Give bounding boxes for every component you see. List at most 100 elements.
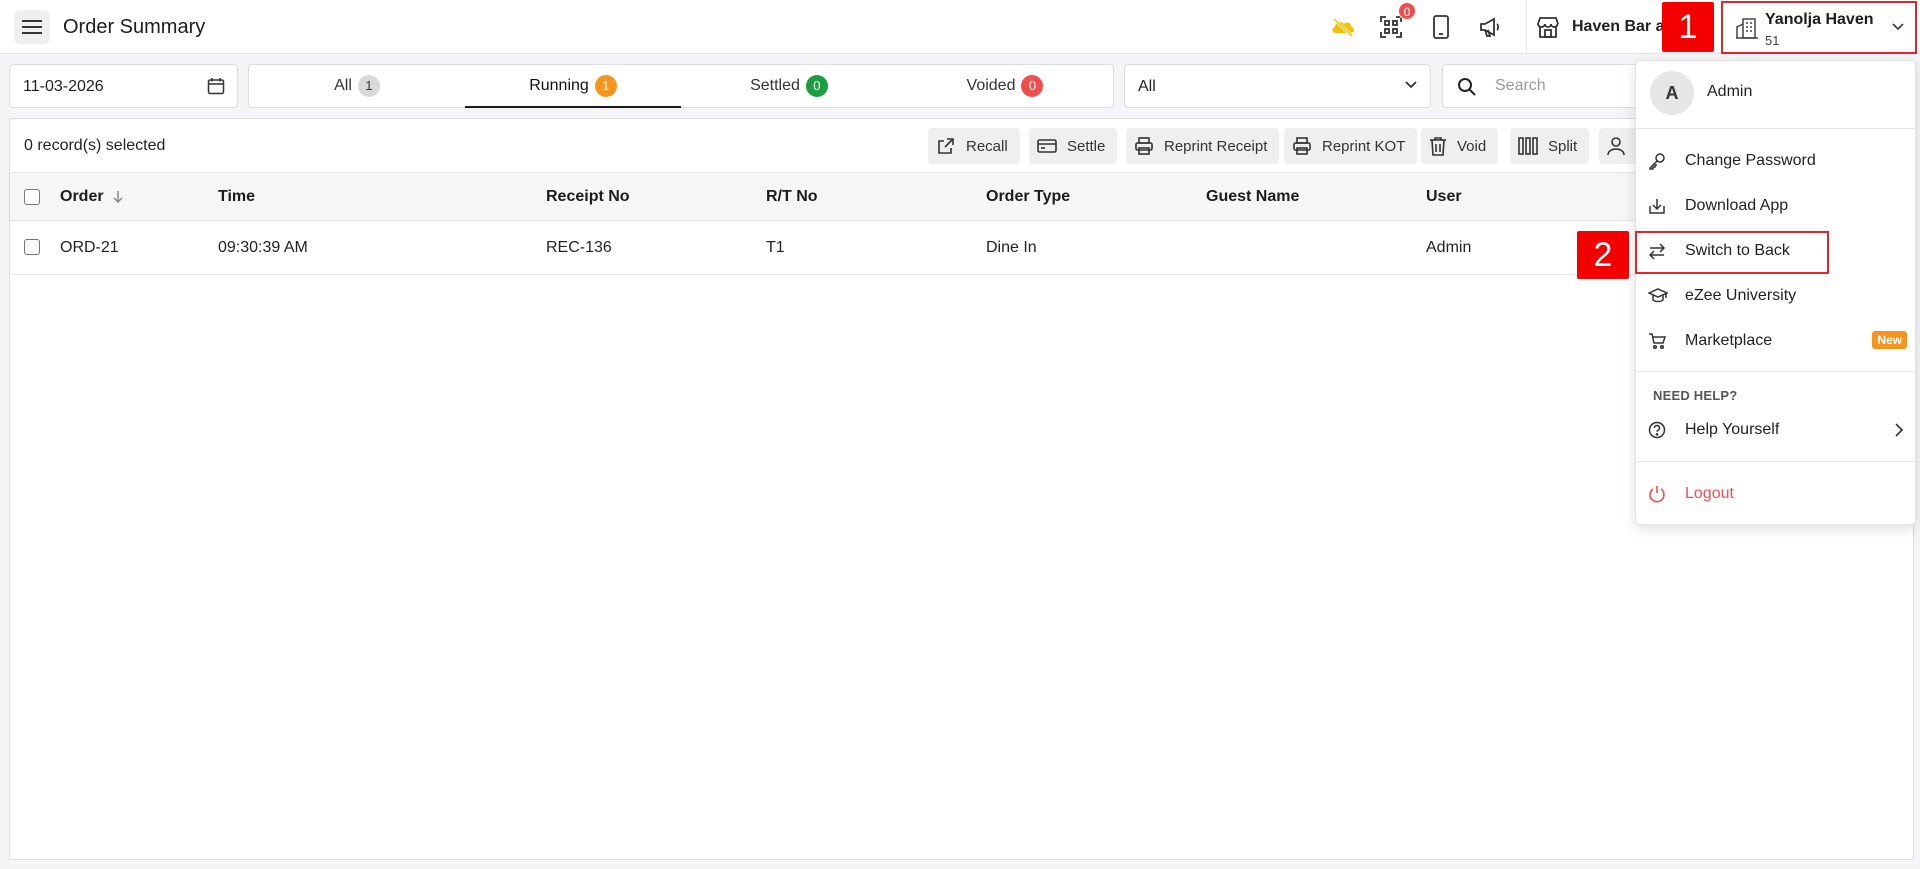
device-button[interactable] xyxy=(1428,14,1454,40)
settle-button[interactable]: Settle xyxy=(1029,128,1118,164)
columns-icon xyxy=(1518,137,1538,155)
swap-arrows-icon xyxy=(1648,242,1666,260)
reprint-receipt-label: Reprint Receipt xyxy=(1164,137,1268,155)
menu-item-download-app[interactable]: Download App xyxy=(1636,186,1915,226)
column-receipt-no: Receipt No xyxy=(546,188,630,205)
new-badge: New xyxy=(1872,331,1907,349)
column-order-label: Order xyxy=(60,188,104,205)
cell-time: 09:30:39 AM xyxy=(218,239,308,256)
mobile-device-icon xyxy=(1432,15,1450,39)
column-rt-no: R/T No xyxy=(766,188,818,205)
page-title: Order Summary xyxy=(63,16,206,38)
cloud-off-icon xyxy=(1330,16,1356,38)
selection-toolbar: 0 record(s) selected Recall Settle Repri… xyxy=(10,119,1913,173)
avatar: A xyxy=(1650,71,1694,115)
printer-icon xyxy=(1134,136,1154,156)
trash-icon xyxy=(1429,136,1447,156)
help-section-heading: NEED HELP? xyxy=(1653,388,1738,403)
chevron-right-icon xyxy=(1895,423,1903,437)
tab-all[interactable]: All 1 xyxy=(249,65,465,107)
menu-item-help-yourself[interactable]: Help Yourself xyxy=(1636,410,1915,450)
void-label: Void xyxy=(1457,137,1487,155)
cell-user: Admin xyxy=(1426,239,1472,256)
recall-button[interactable]: Recall xyxy=(928,128,1020,164)
cell-order: ORD-21 xyxy=(60,239,119,256)
user-menu-dropdown: A Admin Change Password Download App Swi… xyxy=(1635,60,1916,525)
date-value: 11-03-2026 xyxy=(23,78,104,95)
order-type-select[interactable]: All xyxy=(1124,64,1431,108)
column-user: User xyxy=(1426,188,1462,205)
store-icon xyxy=(1536,16,1560,38)
search-input[interactable] xyxy=(1495,77,1625,95)
table-header: Order Time Receipt No R/T No Order Type … xyxy=(10,173,1913,221)
menu-item-switch-to-back[interactable]: Switch to Back xyxy=(1636,231,1915,271)
tab-voided-count: 0 xyxy=(1021,75,1044,97)
tab-running[interactable]: Running 1 xyxy=(465,65,681,108)
user-name: Admin xyxy=(1707,83,1753,100)
megaphone-icon xyxy=(1478,16,1502,38)
chevron-down-icon xyxy=(1891,22,1905,32)
step-1-annotation: 1 xyxy=(1662,2,1714,52)
qr-scan-icon xyxy=(1379,15,1403,39)
split-button[interactable]: Split xyxy=(1510,128,1590,164)
search-box xyxy=(1442,64,1642,108)
key-icon xyxy=(1648,152,1666,170)
sort-arrow-down-icon xyxy=(112,190,124,204)
status-tabs: All 1 Running 1 Settled 0 Voided 0 xyxy=(248,64,1114,108)
tab-settled-label: Settled xyxy=(750,77,800,94)
tab-running-label: Running xyxy=(529,77,589,94)
menu-item-label: Marketplace xyxy=(1685,332,1773,349)
cell-order-type: Dine In xyxy=(986,239,1037,256)
tab-all-label: All xyxy=(334,77,352,94)
settle-label: Settle xyxy=(1067,137,1106,155)
menu-item-label: Download App xyxy=(1685,197,1789,214)
menu-item-marketplace[interactable]: Marketplace New xyxy=(1636,321,1915,361)
void-button[interactable]: Void xyxy=(1421,128,1499,164)
credit-card-icon xyxy=(1037,138,1057,154)
tab-all-count: 1 xyxy=(357,75,380,97)
cart-icon xyxy=(1648,332,1666,350)
column-time: Time xyxy=(218,188,256,205)
orders-card: 0 record(s) selected Recall Settle Repri… xyxy=(9,118,1914,860)
announcements-button[interactable] xyxy=(1477,14,1503,40)
reprint-receipt-button[interactable]: Reprint Receipt xyxy=(1126,128,1280,164)
menu-divider xyxy=(1636,371,1915,372)
qr-count-badge: 0 xyxy=(1398,2,1416,20)
row-checkbox[interactable] xyxy=(24,239,40,255)
building-icon xyxy=(1735,17,1759,39)
reprint-kot-label: Reprint KOT xyxy=(1322,137,1406,155)
tab-running-count: 1 xyxy=(594,75,617,97)
hamburger-menu-button[interactable] xyxy=(14,10,50,44)
split-label: Split xyxy=(1548,137,1578,155)
reprint-kot-button[interactable]: Reprint KOT xyxy=(1284,128,1418,164)
menu-item-logout[interactable]: Logout xyxy=(1636,474,1915,514)
menu-item-ezee-university[interactable]: eZee University xyxy=(1636,276,1915,316)
selected-count: 0 record(s) selected xyxy=(24,137,166,154)
tab-voided[interactable]: Voided 0 xyxy=(897,65,1113,107)
outlet-selector[interactable]: Haven Bar an xyxy=(1536,0,1674,54)
date-picker[interactable]: 11-03-2026 xyxy=(9,64,238,108)
menu-item-label: Help Yourself xyxy=(1685,421,1780,438)
cloud-offline-button[interactable] xyxy=(1330,14,1356,40)
menu-item-label: Switch to Back xyxy=(1685,242,1790,259)
calendar-icon xyxy=(207,77,225,95)
hamburger-icon xyxy=(22,19,42,35)
menu-item-label: Change Password xyxy=(1685,152,1816,169)
menu-item-change-password[interactable]: Change Password xyxy=(1636,141,1915,181)
column-order[interactable]: Order xyxy=(60,188,124,206)
tab-settled-count: 0 xyxy=(805,75,828,97)
download-icon xyxy=(1648,197,1666,215)
order-type-value: All xyxy=(1138,78,1156,95)
menu-item-label: eZee University xyxy=(1685,287,1797,304)
qr-orders-button[interactable] xyxy=(1378,14,1404,40)
cell-rt-no: T1 xyxy=(766,239,785,256)
step-2-annotation: 2 xyxy=(1577,231,1629,279)
tab-settled[interactable]: Settled 0 xyxy=(681,65,897,107)
property-selector[interactable]: Yanolja Haven 51 xyxy=(1721,1,1917,54)
cell-receipt-no: REC-136 xyxy=(546,239,612,256)
select-all-checkbox[interactable] xyxy=(24,189,40,205)
printer-icon xyxy=(1292,136,1312,156)
power-icon xyxy=(1648,485,1666,503)
tab-voided-label: Voided xyxy=(966,77,1016,94)
chevron-down-icon xyxy=(1404,80,1418,90)
